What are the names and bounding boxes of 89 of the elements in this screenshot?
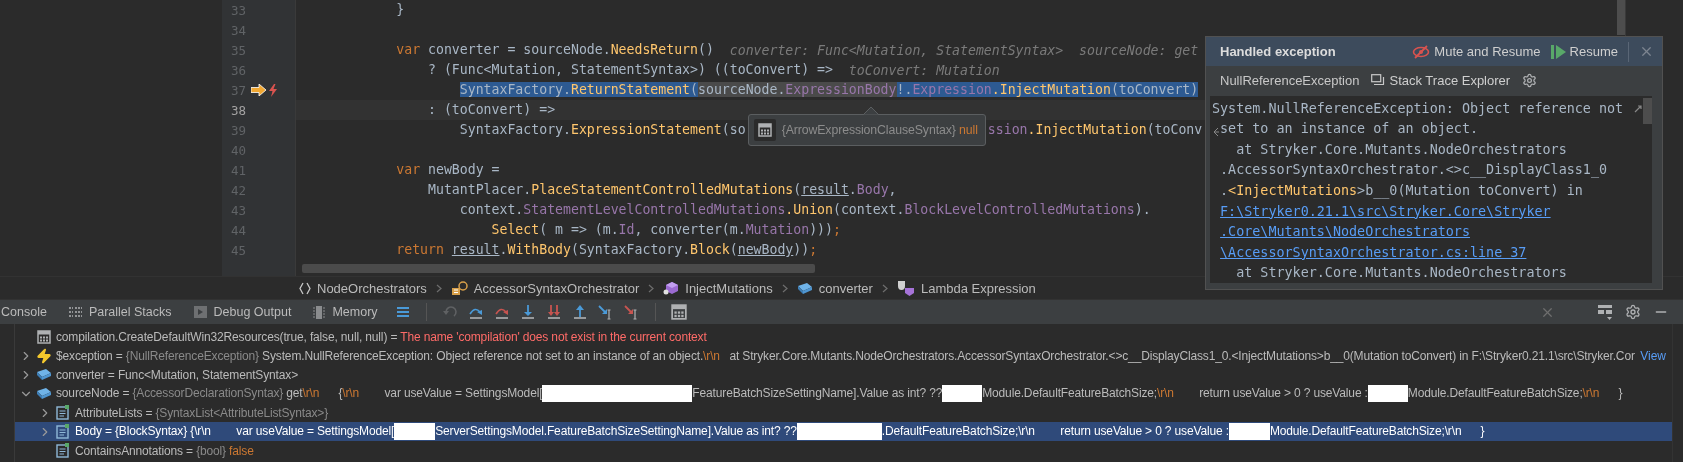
- document-icon: [55, 443, 70, 458]
- code-text: return result.WithBody(SyntaxFactory.Block(newBody));: [395, 241, 818, 259]
- panel-tab[interactable]: Console: [0, 300, 58, 324]
- step-into-icon[interactable]: [519, 304, 536, 320]
- trace-line: at Stryker.Core.Mutants.NodeOrchestrators: [1235, 265, 1567, 281]
- masks-icon: [896, 280, 915, 296]
- resume-icon: [1550, 44, 1566, 59]
- tree-row[interactable]: [15, 422, 1672, 441]
- breadcrumb[interactable]: InjectMutations: [663, 280, 773, 296]
- windows-icon: [1371, 74, 1386, 86]
- popup-title: Handled exception: [1220, 44, 1336, 59]
- panel-tab[interactable]: Memory: [302, 300, 389, 324]
- stack-trace-explorer-button[interactable]: Stack Trace Explorer: [1371, 72, 1511, 88]
- exception-type: NullReferenceException: [1220, 72, 1360, 88]
- inlay-hint: toConvert: Mutation: [848, 62, 1000, 78]
- breadcrumb[interactable]: AccessorSyntaxOrchestrator: [450, 280, 640, 296]
- tag-icon: [35, 387, 52, 400]
- braces-icon: [299, 281, 311, 295]
- scrollbar-thumb[interactable]: [302, 263, 815, 273]
- muted-eye-icon: [1412, 44, 1431, 59]
- layout-icon[interactable]: [1597, 304, 1613, 320]
- file-link[interactable]: .Core\Mutants\NodeOrchestrators: [1220, 224, 1470, 240]
- chevron-right-icon: [648, 283, 655, 293]
- code-text: var newBody =: [395, 161, 500, 179]
- trace-line: .AccessorSyntaxOrchestrator.<>c__DisplayClass1_0: [1220, 162, 1607, 178]
- tag-icon: [796, 281, 813, 295]
- breadcrumb[interactable]: converter: [796, 280, 873, 296]
- step-into-icon[interactable]: [545, 304, 562, 320]
- document-icon: [55, 424, 70, 439]
- tree-row[interactable]: AttributeLists = {SyntaxList<AttributeListSyntax>}: [15, 403, 1672, 422]
- resume-button[interactable]: Resume: [1550, 44, 1618, 59]
- code-text: }: [395, 1, 405, 19]
- close-icon[interactable]: [1639, 44, 1654, 59]
- variable-value: $exception = {NullReferenceException} System.NullReferenceException: Object reference not set to an instance of an object.\r\n at Stryker.Core.Mutants.NodeOrchestrators.AccessorSyntaxOrchestrator.<>c__DisplayClass1_0.<InjectMutations>b__0(Mutation toConvert) in F:\Stryker0.21.1\src\Stryker.Cor: [56, 348, 1635, 363]
- code-text: SyntaxFactory.ReturnStatement(sourceNode.ExpressionBody!.Expression.InjectMutation(toConvert): [458, 81, 1199, 99]
- variable-value: converter = Func<Mutation, StatementSyntax>: [56, 367, 299, 382]
- tree-row[interactable]: converter = Func<Mutation, StatementSyntax>: [15, 365, 1672, 384]
- code-text: : (toConvert) =>: [427, 101, 556, 119]
- variable-value: ContainsAnnotations = {bool} false: [75, 443, 254, 458]
- line-number: 38: [230, 102, 246, 118]
- stacks-icon: [68, 306, 82, 318]
- panel-tab[interactable]: Parallel Stacks: [57, 300, 183, 324]
- menu-icon[interactable]: [394, 304, 411, 320]
- inlay-hint: sourceNode: get: [1079, 42, 1199, 58]
- code-text: var converter = sourceNode.NeedsReturn(): [395, 41, 714, 59]
- lightning-icon: [35, 347, 52, 364]
- file-link[interactable]: \AccessorSyntaxOrchestrator.cs:line 37: [1220, 244, 1527, 260]
- trace-line: System.NullReferenceException: Object reference not: [1212, 100, 1624, 116]
- scrollbar-thumb[interactable]: [1643, 98, 1652, 124]
- trace-line: at Stryker.Core.Mutants.NodeOrchestrators: [1235, 141, 1567, 157]
- code-text: SyntaxFactory.ExpressionStatement(so: [458, 121, 746, 139]
- tooltip-value: {ArrowExpressionClauseSyntax} null: [781, 123, 978, 137]
- code-text: MutantPlacer.PlaceStatementControlledMutations(result.Body,: [427, 181, 897, 199]
- code-text: Select( m => (m.Id, converter(m.Mutation)));: [490, 221, 841, 239]
- settings-icon[interactable]: [1625, 304, 1641, 320]
- calculator-icon[interactable]: [670, 304, 687, 320]
- class-icon: [450, 280, 468, 296]
- trace-line: set to an instance of an object.: [1220, 121, 1479, 137]
- run-to-cursor-icon[interactable]: [623, 304, 640, 320]
- breadcrumb[interactable]: NodeOrchestrators: [299, 280, 427, 296]
- variable-value: AttributeLists = {SyntaxList<AttributeListSyntax>}: [75, 405, 328, 420]
- variable-value: sourceNode = {AccessorDeclarationSyntax} get\r\n {\r\n var useValue = SettingsModel[ FeatureBatchSizeSettingName].Value as int? ?? Module.DefaultFeatureBatchSize;\r\n return useValue > 0 ? useValue : Module.DefaultFeatureBatchSize;\r\n }: [56, 385, 1623, 402]
- run-to-cursor-icon[interactable]: [597, 304, 614, 320]
- tag-icon: [35, 368, 52, 381]
- chevron-right-icon: [881, 283, 888, 293]
- view-link[interactable]: View: [1640, 348, 1672, 363]
- step-out-icon[interactable]: [571, 304, 588, 320]
- trace-line: .<InjectMutations>b__0(Mutation toConvert) in: [1220, 183, 1583, 199]
- code-text: ? (Func<Mutation, StatementSyntax>) ((toConvert) =>: [427, 61, 833, 79]
- variable-value: Body = {BlockSyntax} {\r\n var useValue = SettingsModel[ ServerSettingsModel.FeatureBatchSizeSettingName].Value as int? ?? .DefaultFeatureBatchSize;\r\n return useValue > 0 ? useValue : Module.DefaultFeatureBatchSize;\r\n }: [75, 423, 1485, 440]
- cube-icon: [663, 280, 680, 296]
- scrollbar-thumb[interactable]: [1617, 0, 1625, 35]
- inlay-hint: converter: Func<Mutation, StatementSyntax>: [729, 42, 1064, 58]
- panel-tab[interactable]: Debug Output: [182, 300, 303, 324]
- output-icon: [193, 306, 207, 318]
- breadcrumb[interactable]: Lambda Expression: [896, 280, 1036, 296]
- code-text: ssion.InjectMutation(toConv: [987, 121, 1203, 139]
- document-icon: [55, 405, 70, 420]
- file-link[interactable]: F:\Stryker0.21.1\src\Stryker.Core\Stryker: [1220, 203, 1551, 219]
- settings-icon[interactable]: [1522, 72, 1538, 88]
- tree-row[interactable]: ContainsAnnotations = {bool} false: [15, 441, 1672, 460]
- mute-and-resume-button[interactable]: Mute and Resume: [1412, 44, 1541, 59]
- chevron-right-icon: [781, 283, 788, 293]
- variable-value: compilation.CreateDefaultWin32Resources(true, false, null, null) = The name 'compilation' does not exist in the current context: [56, 329, 707, 344]
- memory-icon: [313, 305, 326, 319]
- calculator-icon: [36, 329, 51, 344]
- code-text: context.StatementLevelControlledMutations.Union(context.BlockLevelControlledMutations).: [458, 201, 1151, 219]
- chevron-right-icon: [435, 283, 442, 293]
- tree-row[interactable]: compilation.CreateDefaultWin32Resources(true, false, null, null) = The name 'compilation' does not exist in the current context: [15, 327, 1672, 346]
